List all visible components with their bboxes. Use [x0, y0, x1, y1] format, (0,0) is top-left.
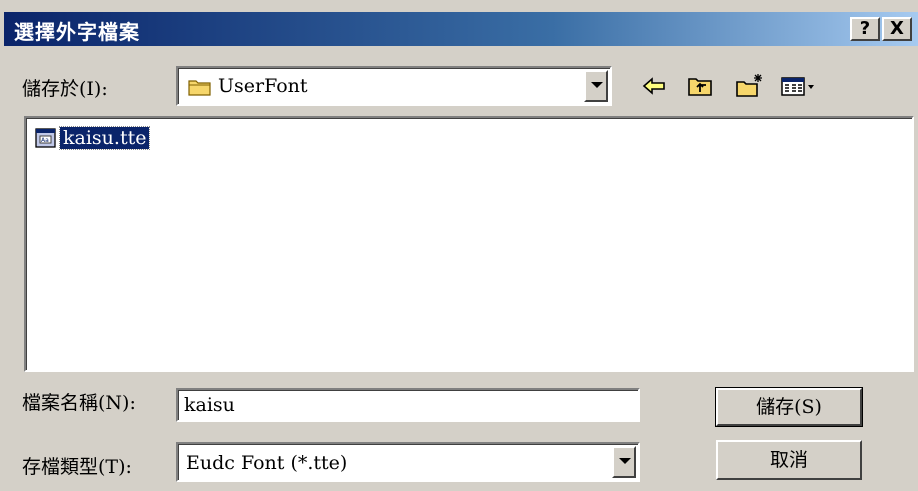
filename-value: kaisu: [184, 394, 235, 416]
save-in-dropdown-button[interactable]: [584, 70, 608, 102]
file-list[interactable]: Aa kaisu.tte: [24, 116, 914, 372]
help-button[interactable]: ?: [850, 17, 880, 41]
svg-text:Aa: Aa: [41, 137, 49, 144]
filename-label: 檔案名稱(N):: [22, 392, 136, 414]
back-arrow-icon[interactable]: [640, 72, 668, 100]
save-in-dropdown[interactable]: UserFont: [176, 66, 612, 106]
file-name: kaisu.tte: [58, 126, 151, 150]
close-button[interactable]: X: [882, 17, 912, 41]
dialog-title: 選擇外字檔案: [14, 20, 140, 44]
save-button[interactable]: 儲存(S): [715, 387, 863, 427]
list-item[interactable]: Aa kaisu.tte: [34, 126, 151, 150]
save-in-label: 儲存於(I):: [22, 78, 108, 100]
cancel-button[interactable]: 取消: [716, 440, 862, 480]
font-file-icon: Aa: [34, 127, 58, 149]
up-folder-icon[interactable]: [686, 72, 714, 100]
filetype-value: Eudc Font (*.tte): [186, 452, 348, 474]
save-dialog: 選擇外字檔案 ? X 儲存於(I): UserFont Aa kaisu.tte…: [0, 0, 918, 491]
title-bar[interactable]: 選擇外字檔案 ? X: [4, 12, 918, 46]
view-menu-icon[interactable]: [780, 72, 814, 100]
filetype-dropdown-button[interactable]: [612, 446, 636, 478]
filename-input[interactable]: kaisu: [176, 388, 640, 422]
save-in-value: UserFont: [218, 75, 308, 97]
folder-icon: [188, 77, 212, 102]
filetype-dropdown[interactable]: Eudc Font (*.tte): [176, 442, 640, 482]
new-folder-icon[interactable]: [734, 72, 762, 100]
filetype-label: 存檔類型(T):: [22, 456, 132, 478]
